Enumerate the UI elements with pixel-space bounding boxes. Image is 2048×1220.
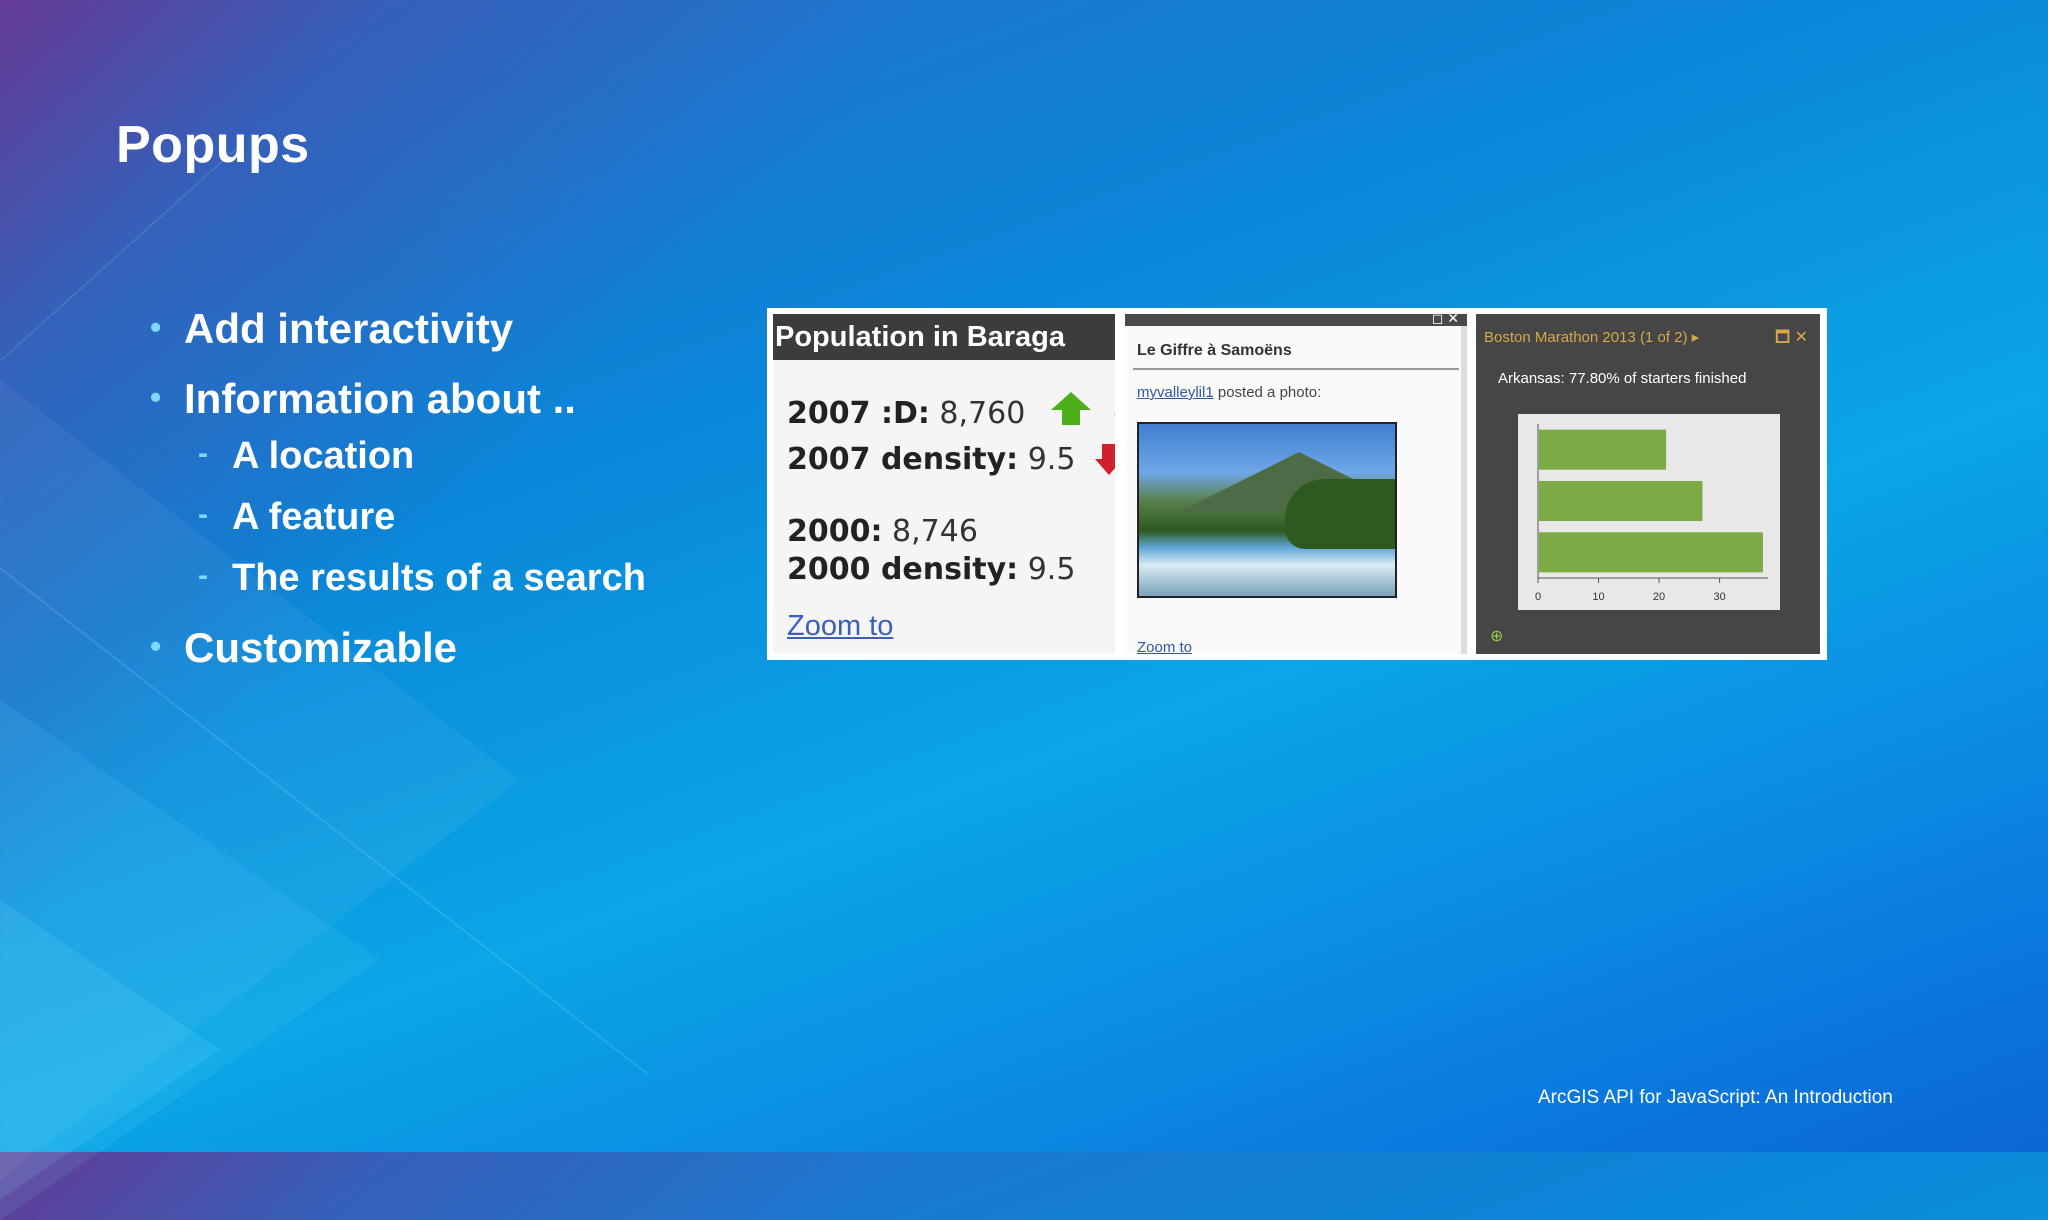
bullet-item: • Information about .. — [150, 375, 646, 423]
sub-bullet-label: The results of a search — [232, 557, 646, 599]
popup-subtitle: Arkansas: 77.80% of starters finished — [1498, 370, 1747, 387]
chart-bar — [1539, 532, 1763, 573]
bar-chart: 0 10 20 30 — [1518, 414, 1780, 610]
window-controls-icon[interactable]: 🗖 ✕ — [1775, 326, 1808, 353]
sub-bullet-item: - A location — [198, 435, 646, 478]
row-value: 8,746 — [892, 514, 978, 549]
row-label: 2000 density: — [787, 552, 1019, 587]
bullet-dot-icon: • — [150, 379, 162, 415]
arrow-up-icon — [1062, 409, 1080, 425]
bullet-label: Information about .. — [184, 375, 576, 422]
row-label: 2007 density: — [787, 442, 1019, 477]
bullet-dot-icon: • — [150, 628, 162, 664]
arrow-down-icon — [1102, 444, 1115, 460]
zoom-to-link[interactable]: Zoom to — [787, 610, 893, 643]
sub-bullet-dash-icon: - — [198, 498, 208, 531]
chart-bar — [1539, 480, 1703, 522]
bullet-item: • Customizable — [150, 624, 646, 672]
x-tick-label: 20 — [1653, 591, 1665, 603]
row-label: 2007 :D: — [787, 396, 930, 431]
data-row: 2000: 8,746 — [787, 514, 978, 549]
scrollbar[interactable] — [1461, 326, 1467, 654]
popup-screenshots: Population in Baraga 2007 :D: 8,760 2007… — [767, 308, 1827, 660]
sub-bullet-label: A location — [232, 435, 415, 477]
row-value: 9.5 — [1027, 442, 1076, 477]
popup-title: Population in Baraga — [773, 314, 1115, 360]
row-value: 8,760 — [939, 396, 1026, 431]
popup-title: Le Giffre à Samoëns — [1137, 342, 1292, 359]
data-row: 2007 density: 9.5 — [787, 442, 1075, 477]
popup-chart: Boston Marathon 2013 (1 of 2) ▸ 🗖 ✕ Arka… — [1476, 314, 1820, 654]
sub-bullet-item: - The results of a search — [198, 557, 646, 600]
posted-line: myvalleylil1 posted a photo: — [1125, 370, 1467, 401]
x-tick-label: 10 — [1592, 591, 1604, 603]
slide-title: Popups — [116, 116, 310, 174]
popup-title: Boston Marathon 2013 (1 of 2) ▸ — [1484, 329, 1700, 346]
bullet-dot-icon: • — [150, 309, 162, 345]
x-tick-label: 30 — [1713, 591, 1725, 603]
bullet-label: Customizable — [184, 624, 458, 671]
popup-photo: ◻ ✕ Le Giffre à Samoëns myvalleylil1 pos… — [1125, 314, 1467, 654]
user-link[interactable]: myvalleylil1 — [1137, 384, 1214, 401]
popup-population: Population in Baraga 2007 :D: 8,760 2007… — [773, 314, 1115, 654]
data-row: 2000 density: 9.5 — [787, 552, 1075, 587]
data-row: 2007 :D: 8,760 — [787, 396, 1025, 431]
sub-bullet-dash-icon: - — [198, 559, 208, 592]
chart-bar — [1539, 429, 1667, 470]
truncated-text: ( — [1113, 396, 1115, 428]
row-label: 2000: — [787, 514, 883, 549]
bg-triangle-2 — [0, 700, 380, 1220]
bullet-item: • Add interactivity — [150, 305, 646, 353]
row-value: 9.5 — [1027, 552, 1076, 587]
bullet-list: • Add interactivity • Information about … — [150, 305, 646, 694]
popup-titlebar: ◻ ✕ — [1125, 314, 1467, 326]
x-tick-label: 0 — [1535, 591, 1541, 603]
zoom-to-link[interactable]: Zoom to — [1137, 639, 1192, 654]
arrow-up-icon — [1051, 392, 1091, 410]
arrow-down-icon — [1095, 459, 1115, 475]
posted-text: posted a photo: — [1213, 384, 1322, 401]
zoom-icon[interactable]: ⊕ — [1490, 626, 1503, 646]
river-photo — [1137, 422, 1397, 598]
sub-bullet-dash-icon: - — [198, 437, 208, 470]
footer-text: ArcGIS API for JavaScript: An Introducti… — [1538, 1087, 1893, 1108]
bullet-label: Add interactivity — [184, 305, 514, 352]
window-controls-icon[interactable]: ◻ ✕ — [1432, 314, 1459, 327]
trees-shape — [1285, 479, 1395, 549]
bar-chart-svg: 0 10 20 30 — [1535, 424, 1768, 603]
sub-bullet-item: - A feature — [198, 496, 646, 539]
bg-triangle-3 — [0, 900, 220, 1200]
sub-bullet-label: A feature — [232, 496, 396, 538]
